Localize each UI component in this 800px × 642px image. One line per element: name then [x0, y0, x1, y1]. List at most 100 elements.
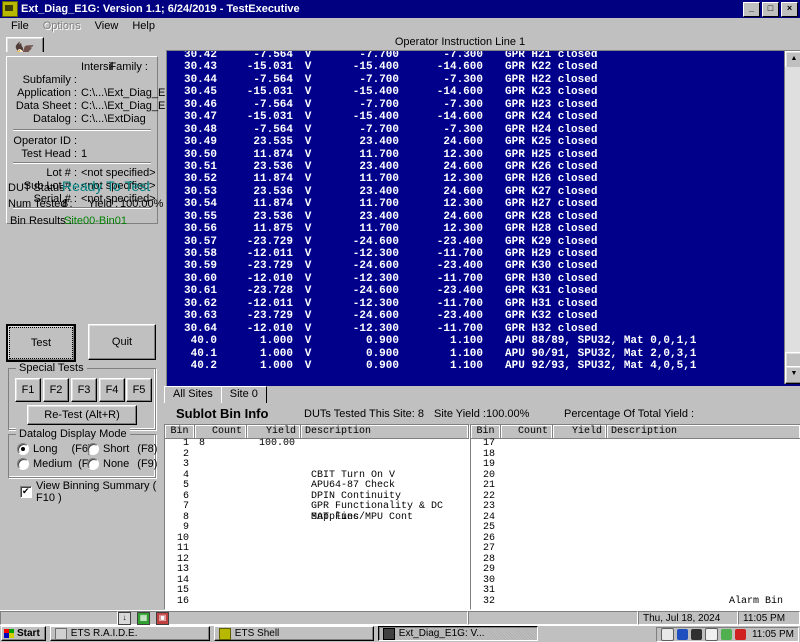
- datalog-unit: V: [304, 136, 312, 149]
- bin-table-row[interactable]: 10: [165, 533, 469, 545]
- display-icon[interactable]: [690, 629, 702, 640]
- menu-view[interactable]: View: [88, 19, 126, 33]
- datalog-low-limit: 11.700: [359, 173, 399, 186]
- bin-table-row[interactable]: 8 MAT Func/MPU Cont: [165, 512, 469, 524]
- retest-button[interactable]: Re-Test (Alt+R): [27, 405, 137, 425]
- special-f2-button[interactable]: F2: [43, 378, 69, 402]
- bin-table-row[interactable]: 14: [165, 575, 469, 587]
- bin-table-row[interactable]: 3: [165, 459, 469, 471]
- tab-all-sites[interactable]: All Sites: [164, 386, 222, 403]
- datalog-output[interactable]: 30.42 -7.564 V -7.700 -7.300 GPR H21 closed 30…: [167, 51, 787, 386]
- special-f5-button[interactable]: F5: [126, 378, 152, 402]
- bin-description: APU64-87 Check: [311, 480, 396, 491]
- bin-table-row[interactable]: 17: [471, 438, 800, 450]
- close-button[interactable]: ×: [781, 2, 798, 17]
- minimize-button[interactable]: _: [743, 2, 760, 17]
- datalog-test-number: 30.57: [183, 235, 217, 248]
- bin-table-row[interactable]: 30: [471, 575, 800, 587]
- bin-table-row[interactable]: 1 8 100.00: [165, 438, 469, 450]
- bin-table-row[interactable]: 19: [471, 459, 800, 471]
- datalog-row: 30.42 -7.564 V -7.700 -7.300 GPR H21 closed: [171, 51, 787, 61]
- datalog-test-number: 30.44: [183, 73, 217, 86]
- bin-table-row[interactable]: 31: [471, 585, 800, 597]
- bin-table-row[interactable]: 22: [471, 491, 800, 503]
- tab-site-0[interactable]: Site 0: [220, 386, 267, 403]
- bin-table-row[interactable]: 23: [471, 501, 800, 513]
- bin-table-row[interactable]: 7 GPR Functionality & DC Supplies: [165, 501, 469, 522]
- taskbar-item-ets-raide[interactable]: ETS R.A.I.D.E.: [49, 626, 210, 641]
- menu-file[interactable]: File: [4, 19, 36, 33]
- datalog-measured-value: 1.000: [259, 335, 293, 348]
- site-yield-label: Site Yield :100.00%: [434, 408, 530, 420]
- bin-table-row[interactable]: 2: [165, 449, 469, 461]
- sort-icon[interactable]: ↓: [118, 612, 131, 625]
- start-button[interactable]: Start: [1, 626, 46, 641]
- bin-table-row[interactable]: 9: [165, 522, 469, 534]
- datalog-measured-value: -12.011: [246, 297, 293, 310]
- datasheet-label: Data Sheet :: [15, 100, 77, 112]
- bin-count: [195, 450, 247, 461]
- view-binning-summary-checkbox[interactable]: View Binning Summary ( F10 ): [20, 480, 162, 504]
- bin-table-row[interactable]: 27: [471, 543, 800, 555]
- scroll-track[interactable]: [785, 67, 800, 368]
- datalog-scrollbar[interactable]: ▲ ▼: [784, 51, 800, 384]
- radio-long-label: Long: [33, 443, 58, 455]
- bin-table-row[interactable]: 21: [471, 480, 800, 492]
- datalog-unit: V: [304, 185, 312, 198]
- bin-table-row[interactable]: 28: [471, 554, 800, 566]
- scroll-down-button[interactable]: ▼: [785, 366, 800, 384]
- bin-table-row[interactable]: 5 APU64-87 Check: [165, 480, 469, 492]
- taskbar-item-ext-diag[interactable]: Ext_Diag_E1G: V...: [377, 626, 538, 641]
- datalog-unit: V: [304, 248, 312, 260]
- radio-short[interactable]: Short (F8): [87, 443, 157, 455]
- datalog-row: 30.62 -12.011 V -12.300 -11.700 GPR H31 close…: [171, 298, 787, 310]
- bin-table-row[interactable]: 24: [471, 512, 800, 524]
- radio-medium-indicator: [17, 458, 29, 470]
- datalog-low-limit: 11.700: [359, 198, 399, 211]
- test-button[interactable]: Test: [6, 324, 76, 362]
- datalog-description: GPR H30 closed: [505, 272, 598, 285]
- grid-icon[interactable]: ▦: [137, 612, 150, 625]
- export-icon[interactable]: ▣: [156, 612, 169, 625]
- special-f3-button[interactable]: F3: [71, 378, 97, 402]
- special-f1-button[interactable]: F1: [15, 378, 41, 402]
- radio-long[interactable]: Long (F6): [17, 443, 92, 455]
- bin-table-row[interactable]: 32 Alarm Bin: [471, 596, 800, 608]
- datalog-row: 30.48 -7.564 V -7.700 -7.300 GPR H24 closed: [171, 124, 787, 136]
- datalog-test-number: 30.47: [183, 111, 217, 124]
- bin-table-left[interactable]: Bin Count Yield Description 1 8 100.00 2 3 4 C…: [164, 424, 470, 610]
- bin-count: [501, 576, 553, 587]
- taskbar-item-ets-shell[interactable]: ETS Shell: [213, 626, 374, 641]
- volume-icon[interactable]: [720, 629, 732, 640]
- radio-none[interactable]: None (F9): [87, 458, 157, 470]
- datalog-test-number: 30.43: [183, 61, 217, 74]
- bin-table-row[interactable]: 16: [165, 596, 469, 608]
- bin-table-row[interactable]: 26: [471, 533, 800, 545]
- bin-table-row[interactable]: 29: [471, 564, 800, 576]
- datalog-unit: V: [304, 160, 312, 173]
- info-icon[interactable]: [660, 628, 674, 641]
- menu-help[interactable]: Help: [125, 19, 162, 33]
- datalog-description: GPR H29 closed: [505, 248, 598, 260]
- bin-table-row[interactable]: 13: [165, 564, 469, 576]
- bin-table-row[interactable]: 11: [165, 543, 469, 555]
- datalog-unit: V: [304, 297, 312, 310]
- bin-table-row[interactable]: 15: [165, 585, 469, 597]
- bin-table-row[interactable]: 20: [471, 470, 800, 482]
- bin-table-row[interactable]: 25: [471, 522, 800, 534]
- bin-count: [501, 544, 553, 555]
- quit-button[interactable]: Quit: [88, 324, 156, 360]
- datalog-measured-value: -7.564: [253, 98, 293, 111]
- datalog-high-limit: 12.300: [443, 148, 483, 161]
- bin-table-row[interactable]: 18: [471, 449, 800, 461]
- special-f4-button[interactable]: F4: [99, 378, 125, 402]
- datalog-row: 30.60 -12.010 V -12.300 -11.700 GPR H30 close…: [171, 273, 787, 285]
- bin-count: [501, 534, 553, 545]
- datalog-measured-value: 1.000: [259, 347, 293, 360]
- clock-icon[interactable]: [704, 628, 718, 641]
- bin-table-row[interactable]: 12: [165, 554, 469, 566]
- bin-table-right[interactable]: Bin Count Yield Description 17 18 19 20 21 22…: [470, 424, 800, 610]
- network-icon[interactable]: [676, 629, 688, 640]
- shield-icon[interactable]: [734, 629, 746, 640]
- maximize-button[interactable]: □: [762, 2, 779, 17]
